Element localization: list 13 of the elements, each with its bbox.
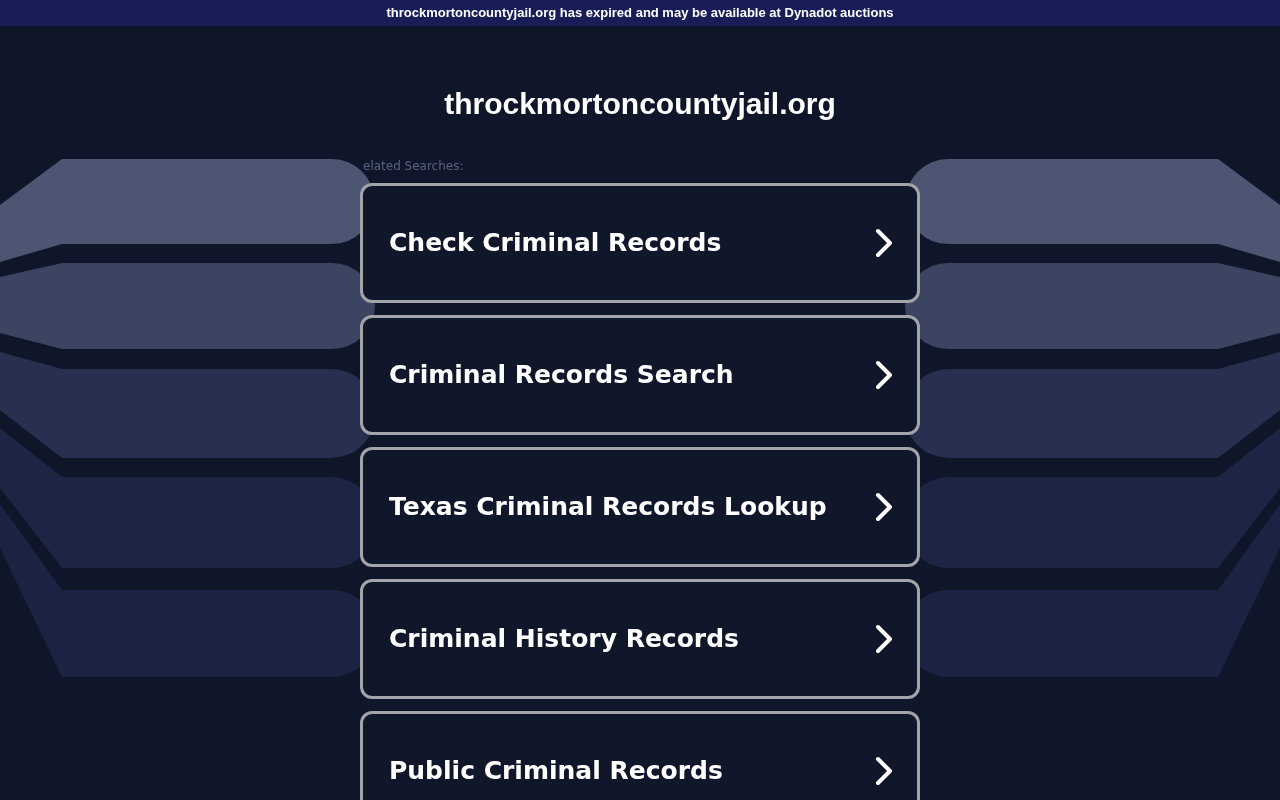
related-search-link[interactable]: Criminal Records Search — [360, 315, 920, 435]
related-searches-label: elated Searches: — [362, 159, 465, 173]
related-search-link[interactable]: Public Criminal Records — [360, 711, 920, 800]
related-search-link[interactable]: Texas Criminal Records Lookup — [360, 447, 920, 567]
expiry-banner: throckmortoncountyjail.org has expired and may be available at Dynadot auctions — [0, 0, 1280, 26]
chevron-right-icon — [875, 492, 893, 522]
related-search-link[interactable]: Criminal History Records — [360, 579, 920, 699]
chevron-right-icon — [875, 624, 893, 654]
chevron-right-icon — [875, 756, 893, 786]
chevron-right-icon — [875, 360, 893, 390]
related-search-link[interactable]: Check Criminal Records — [360, 183, 920, 303]
site-title: throckmortoncountyjail.org — [443, 86, 837, 122]
chevron-right-icon — [875, 228, 893, 258]
